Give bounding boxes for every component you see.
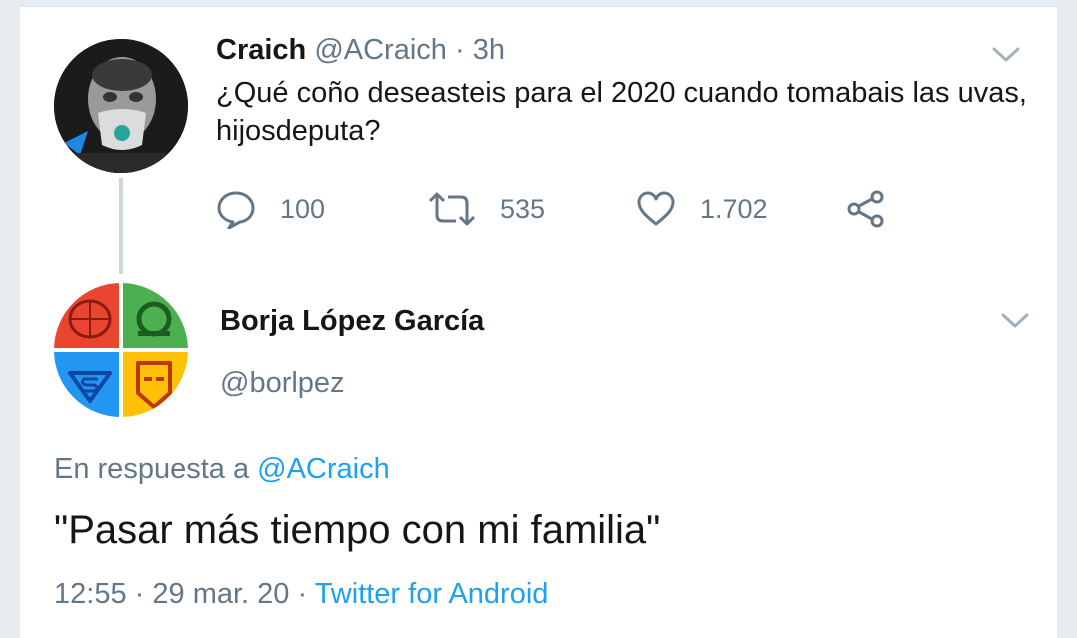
speech-bubble-icon (217, 191, 255, 229)
tweet-thread-card: Craich @ACraich · 3h ¿Qué coño deseastei… (20, 6, 1057, 638)
tweet-header: Craich @ACraich · 3h (216, 32, 505, 68)
like-count: 1.702 (700, 193, 768, 224)
reply-text: "Pasar más tiempo con mi familia" (54, 508, 661, 552)
tweet-actions: 100 535 1.702 (216, 186, 916, 232)
source-link[interactable]: Twitter for Android (315, 578, 549, 610)
chevron-down-icon[interactable] (1000, 312, 1030, 330)
reply-author-handle[interactable]: @borlpez (220, 367, 345, 400)
share-nodes-icon (847, 190, 884, 228)
share-button[interactable] (846, 186, 886, 232)
avatar-craich[interactable] (54, 39, 188, 173)
reply-button[interactable]: 100 (216, 186, 325, 232)
reply-metadata: 12:55 · 29 mar. 20 · Twitter for Android (54, 578, 548, 611)
reply-date: 29 mar. 20 (152, 578, 290, 610)
in-reply-to-line: En respuesta a @ACraich (54, 453, 390, 486)
separator: · (297, 578, 308, 610)
in-reply-to-handle[interactable]: @ACraich (257, 453, 390, 485)
heart-icon (637, 191, 675, 226)
chevron-down-icon[interactable] (991, 46, 1021, 64)
author-name[interactable]: Craich (216, 34, 306, 66)
avatar-borlpez[interactable] (54, 283, 188, 417)
tweet-time[interactable]: 3h (473, 34, 505, 66)
like-button[interactable]: 1.702 (636, 186, 768, 232)
divider (20, 6, 1057, 7)
retweet-arrows-icon (428, 192, 476, 226)
reply-author-name[interactable]: Borja López García (220, 305, 484, 338)
thread-connector-line (119, 178, 123, 274)
in-reply-to-prefix: En respuesta a (54, 453, 250, 485)
reply-time: 12:55 (54, 578, 127, 610)
separator: · (454, 34, 465, 66)
author-handle[interactable]: @ACraich (314, 34, 447, 66)
tweet-text: ¿Qué coño deseasteis para el 2020 cuando… (216, 77, 1027, 147)
retweet-button[interactable]: 535 (428, 186, 545, 232)
retweet-count: 535 (500, 193, 546, 224)
reply-count: 100 (280, 193, 326, 224)
separator: · (134, 578, 145, 610)
